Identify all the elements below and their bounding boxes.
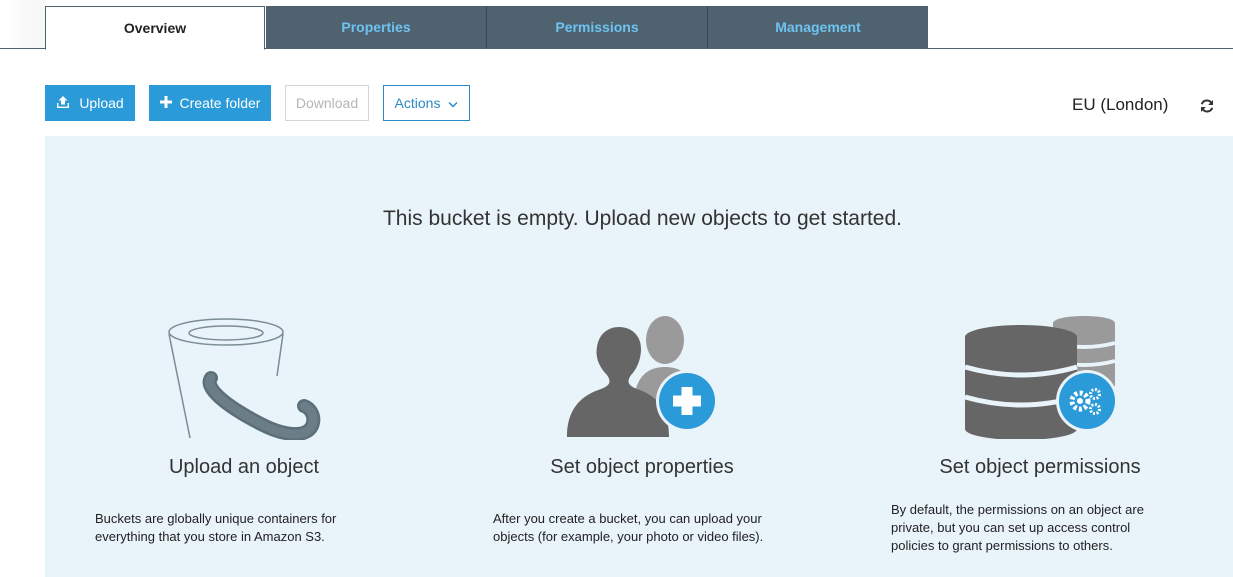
card-permissions-title: Set object permissions — [939, 456, 1141, 478]
card-properties-description: After you create a bucket, you can uploa… — [493, 510, 763, 546]
create-folder-button[interactable]: Create folder — [149, 85, 271, 121]
tab-management[interactable]: Management — [707, 6, 928, 48]
actions-dropdown-label: Actions — [394, 95, 441, 111]
card-properties-title: Set object properties — [550, 456, 734, 478]
tab-overview[interactable]: Overview — [45, 6, 265, 50]
tab-properties-label: Properties — [341, 19, 411, 35]
card-upload-line: everything that you store in Amazon S3. — [95, 529, 325, 544]
upload-button[interactable]: Upload — [45, 85, 135, 121]
download-button-label: Download — [295, 95, 359, 111]
card-permissions-line: private, but you can set up access contr… — [891, 520, 1131, 535]
card-properties-line: objects (for example, your photo or vide… — [493, 529, 764, 544]
create-folder-button-label: Create folder — [179, 95, 261, 111]
plus-icon — [159, 95, 172, 111]
tab-properties[interactable]: Properties — [266, 6, 486, 48]
region-label: EU (London) — [1072, 95, 1169, 114]
users-add-icon — [565, 315, 720, 439]
download-button[interactable]: Download — [285, 85, 369, 121]
card-properties-line: After you create a bucket, you can uploa… — [493, 511, 762, 526]
upload-icon — [56, 95, 70, 112]
tab-overview-label: Overview — [123, 20, 187, 36]
database-gear-icon — [963, 315, 1118, 440]
empty-bucket-message: This bucket is empty. Upload new objects… — [382, 207, 903, 230]
refresh-icon[interactable] — [1199, 98, 1215, 114]
upload-button-label: Upload — [79, 95, 124, 111]
tab-permissions-label: Permissions — [555, 19, 639, 35]
chevron-down-icon — [448, 95, 458, 111]
tab-bar: Overview Properties Permissions Manageme… — [0, 0, 1233, 50]
card-upload-title: Upload an object — [168, 456, 320, 478]
bucket-icon — [166, 316, 321, 441]
card-upload-line: Buckets are globally unique containers f… — [95, 511, 337, 526]
card-permissions-line: By default, the permissions on an object… — [891, 502, 1144, 517]
card-permissions-line: policies to grant permissions to others. — [891, 538, 1113, 553]
actions-dropdown[interactable]: Actions — [383, 85, 470, 121]
card-permissions-description: By default, the permissions on an object… — [891, 501, 1144, 555]
tab-management-label: Management — [775, 19, 861, 35]
card-upload-description: Buckets are globally unique containers f… — [95, 510, 336, 546]
tab-permissions[interactable]: Permissions — [486, 6, 707, 48]
tab-bar-fade — [0, 0, 46, 49]
